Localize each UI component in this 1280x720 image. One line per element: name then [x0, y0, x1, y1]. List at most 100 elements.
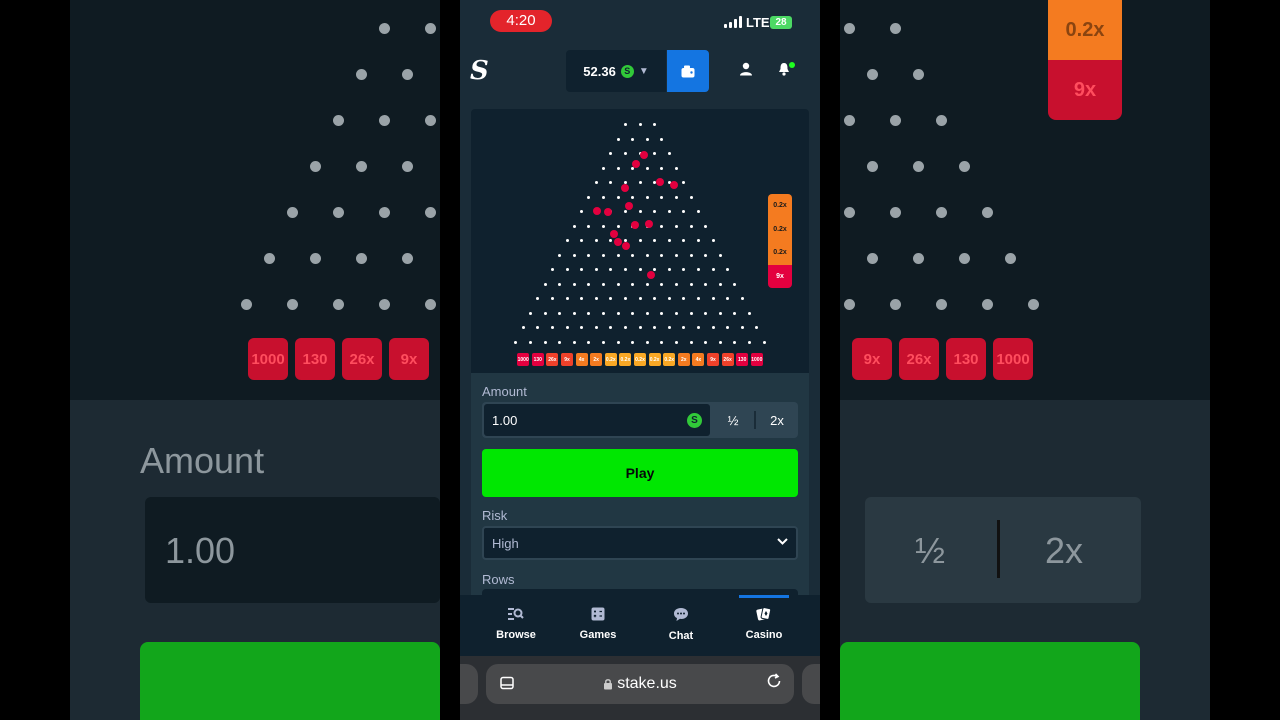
- peg: [572, 311, 576, 315]
- tab-chat[interactable]: Chat: [640, 607, 722, 642]
- half-button[interactable]: ½: [712, 402, 754, 438]
- peg: [536, 297, 540, 300]
- peg: [638, 297, 642, 300]
- background-peg: [959, 253, 970, 264]
- peg: [550, 326, 554, 329]
- peg: [572, 253, 576, 257]
- peg: [616, 224, 620, 228]
- peg: [631, 340, 635, 344]
- background-slot: 26x: [342, 338, 382, 380]
- rows-label: Rows: [482, 572, 515, 587]
- amount-input[interactable]: [484, 404, 710, 436]
- background-peg: [425, 207, 436, 218]
- peg: [558, 311, 562, 315]
- ball: [647, 271, 655, 279]
- background-peg: [287, 299, 298, 310]
- peg: [623, 152, 627, 155]
- peg: [638, 210, 642, 213]
- peg: [733, 311, 737, 315]
- peg: [675, 195, 678, 199]
- peg: [609, 268, 613, 271]
- multiplier-slot: 4x: [692, 353, 705, 366]
- peg: [675, 282, 678, 286]
- peg: [631, 282, 635, 286]
- peg: [660, 311, 664, 315]
- peg: [718, 282, 722, 286]
- peg: [696, 326, 700, 329]
- peg: [609, 297, 613, 300]
- wallet-button[interactable]: [667, 50, 709, 92]
- peg: [653, 152, 657, 155]
- reload-icon[interactable]: [766, 673, 782, 694]
- tab-label: Casino: [745, 629, 783, 641]
- background-peg: [913, 69, 924, 80]
- peg: [565, 326, 569, 329]
- peg: [660, 137, 664, 141]
- multiplier-slot: 9x: [707, 353, 719, 366]
- peg: [762, 340, 766, 344]
- peg: [675, 166, 678, 170]
- peg: [631, 311, 635, 315]
- background-peg: [844, 299, 855, 310]
- background-peg: [333, 115, 344, 126]
- peg: [653, 268, 657, 271]
- peg: [653, 326, 657, 329]
- peg: [529, 311, 532, 315]
- previous-tab-preview[interactable]: [460, 664, 478, 704]
- peg: [711, 326, 715, 329]
- next-tab-preview[interactable]: [802, 664, 820, 704]
- tab-games[interactable]: Games: [557, 607, 639, 641]
- peg: [645, 195, 649, 199]
- peg: [594, 326, 598, 329]
- background-peg: [310, 161, 321, 172]
- peg: [580, 326, 584, 329]
- peg: [689, 282, 693, 286]
- multiplier-slot: 0.2x: [604, 353, 617, 366]
- peg: [587, 224, 591, 228]
- peg: [718, 311, 722, 315]
- multiplier-slot: 4x: [575, 353, 588, 366]
- network-label: LTE: [746, 15, 770, 30]
- background-peg: [425, 23, 436, 34]
- peg: [675, 253, 678, 257]
- play-button[interactable]: Play: [482, 449, 798, 497]
- user-icon[interactable]: [739, 62, 753, 81]
- ball: [631, 221, 639, 229]
- peg: [748, 311, 751, 315]
- plinko-board: 1000 130 26x 9x 4x 2x 0.2x 0.2x 0.2x 0.2x 0.2x 2x 4x…: [471, 109, 809, 373]
- background-ladder-item: 9x: [1048, 60, 1122, 120]
- peg: [514, 340, 518, 344]
- background-peg: [936, 115, 947, 126]
- peg: [623, 268, 627, 271]
- peg: [755, 326, 759, 329]
- ball: [645, 220, 653, 228]
- recent-result: 9x: [768, 264, 792, 288]
- double-button[interactable]: 2x: [756, 402, 798, 438]
- ball: [656, 178, 664, 186]
- address-bar[interactable]: stake.us: [486, 664, 794, 704]
- peg: [696, 268, 700, 271]
- background-peg: [379, 207, 390, 218]
- multiplier-slot: 130: [531, 353, 544, 366]
- peg: [638, 268, 642, 271]
- peg: [653, 239, 657, 242]
- peg: [675, 224, 678, 228]
- peg: [704, 311, 708, 315]
- tab-browse[interactable]: Browse: [475, 607, 557, 641]
- risk-select[interactable]: High: [482, 526, 798, 560]
- peg: [675, 340, 678, 344]
- balance-selector[interactable]: 52.36 S ▼: [566, 50, 666, 92]
- peg: [682, 181, 686, 184]
- peg: [726, 297, 730, 300]
- peg: [623, 210, 627, 213]
- peg: [660, 253, 664, 257]
- stake-logo[interactable]: S: [470, 56, 489, 86]
- peg: [682, 297, 686, 300]
- amount-field-group: S ½ 2x: [482, 402, 798, 438]
- background-peg: [890, 299, 901, 310]
- background-peg: [982, 299, 993, 310]
- peg: [660, 224, 664, 228]
- tab-casino[interactable]: Casino: [723, 607, 805, 641]
- peg: [704, 282, 708, 286]
- peg: [704, 224, 708, 228]
